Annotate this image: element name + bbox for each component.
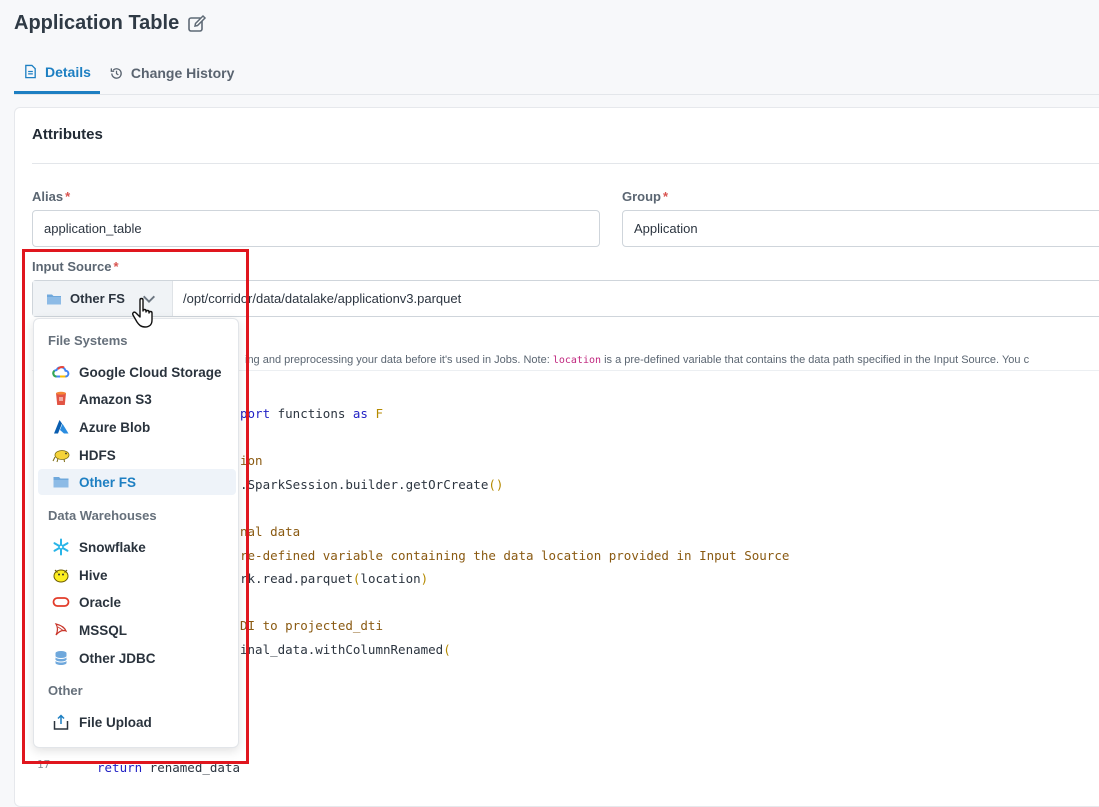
tab-change-history[interactable]: Change History [100,52,243,94]
dropdown-item-mssql[interactable]: MSSQL [38,617,236,643]
dropdown-item-label: Google Cloud Storage [79,364,222,380]
dropdown-item-label: HDFS [79,447,116,463]
code-line: rk.read.parquet(location) [240,571,428,586]
dropdown-item-label: Amazon S3 [79,391,152,407]
code-line: DI to projected_dti [240,618,383,633]
database-icon [55,651,67,665]
code-text: F [367,406,384,421]
alias-label-text: Alias [32,189,64,204]
dropdown-item-google-cloud-storage[interactable]: Google Cloud Storage [38,359,236,385]
input-source-selected: Other FS [70,291,125,306]
dropdown-item-hive[interactable]: Hive [38,562,236,588]
mssql-icon [54,623,68,636]
code-line: nal data [240,524,301,539]
dropdown-item-file-upload[interactable]: File Upload [38,709,236,735]
dropdown-item-label: MSSQL [79,622,128,638]
helper-text-start: ing and preprocessing your data before i… [245,354,553,366]
line-number: 17 [37,758,51,771]
dropdown-group-label: Data Warehouses [48,508,157,523]
code-text: location [360,571,421,586]
code-line: ion [240,453,263,468]
dropdown-item-label: Hive [79,567,108,583]
code-text: functions [270,406,353,421]
history-icon [110,67,122,79]
group-input[interactable]: Application [622,210,1099,247]
code-paren: ( [443,642,451,657]
required-marker: * [663,189,669,204]
page-title: Application Table [14,12,207,35]
dropdown-item-label: Other FS [79,474,137,490]
dropdown-group-label: File Systems [48,333,128,348]
dropdown-item-amazon-s3[interactable]: Amazon S3 [38,386,236,412]
helper-text-end: is a pre-defined variable that contains … [601,354,1030,366]
dropdown-item-azure-blob[interactable]: Azure Blob [38,414,236,440]
code-line: inal_data.withColumnRenamed( [240,642,451,657]
alias-input[interactable]: application_table [32,210,600,247]
code-line: re-defined variable containing the data … [240,548,790,563]
required-marker: * [65,189,71,204]
code-text: .SparkSession.builder.getOrCreate [240,477,489,492]
snowflake-icon [53,538,69,556]
dropdown-item-other-jdbc[interactable]: Other JDBC [38,645,236,671]
group-label-text: Group [622,189,661,204]
code-text: renamed_data [142,760,240,775]
tab-change-history-label: Change History [130,65,235,81]
dropdown-item-label: File Upload [79,714,152,730]
code-paren: ) [420,571,429,586]
code-keyword: port [240,406,271,421]
required-marker: * [113,259,119,274]
dropdown-item-label: Snowflake [79,539,146,555]
input-source-dropdown: File Systems Google Cloud Storage Amazon… [33,318,239,748]
dropdown-item-label: Azure Blob [79,419,151,435]
alias-label: Alias * [32,189,70,204]
google-cloud-icon [52,366,70,378]
dropdown-item-hdfs[interactable]: HDFS [38,442,236,468]
helper-code: location [552,355,602,366]
edit-icon[interactable] [187,14,207,34]
dropdown-item-other-fs[interactable]: Other FS [38,469,236,495]
folder-icon [47,294,61,304]
azure-icon [54,420,69,434]
attributes-heading: Attributes [32,126,103,143]
hive-icon [53,569,69,583]
tab-bar: Details Change History [14,52,1099,95]
input-source-label-text: Input Source [32,259,112,274]
page-title-text: Application Table [14,12,180,34]
code-text: inal_data.withColumnRenamed [240,642,444,657]
dropdown-group-label: Other [48,683,83,698]
hadoop-icon [52,450,70,463]
tab-details[interactable]: Details [14,52,100,94]
divider [32,163,1099,164]
amazon-s3-icon [56,391,66,405]
code-line: .SparkSession.builder.getOrCreate() [240,477,503,492]
tab-details-label: Details [45,63,91,80]
helper-text: ing and preprocessing your data before i… [245,354,1029,366]
input-source-path[interactable]: /opt/corridor/data/datalake/applicationv… [173,281,461,316]
upload-icon [53,714,69,730]
code-line: port functions as F [240,406,383,421]
code-text: rk.read.parquet [240,571,353,586]
code-line: return renamed_data [97,760,240,775]
code-paren: () [488,477,504,492]
input-source-field: Other FS /opt/corridor/data/datalake/app… [32,280,1099,317]
dropdown-item-snowflake[interactable]: Snowflake [38,534,236,560]
document-icon [25,64,36,79]
dropdown-item-oracle[interactable]: Oracle [38,589,236,615]
group-label: Group * [622,189,668,204]
code-keyword: as [352,406,368,421]
input-source-label: Input Source * [32,259,119,274]
folder-icon [53,477,69,488]
dropdown-item-label: Oracle [79,594,122,610]
hand-cursor-icon [132,297,153,328]
oracle-icon [52,597,70,607]
code-keyword: return [97,760,143,775]
dropdown-item-label: Other JDBC [79,650,156,666]
